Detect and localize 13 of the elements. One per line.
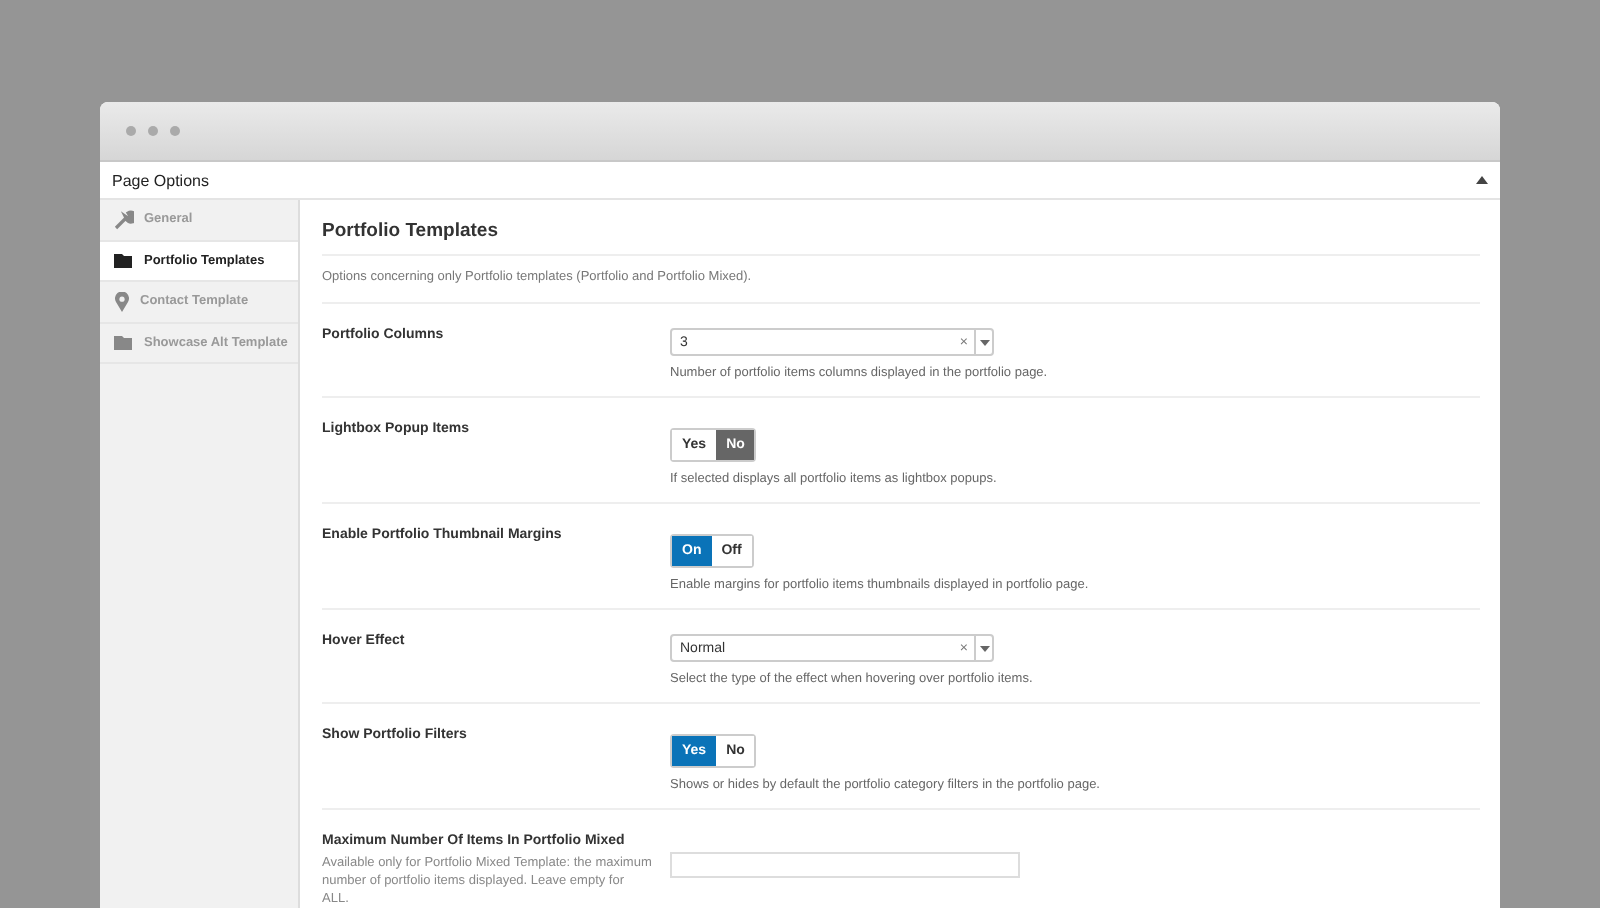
folder-icon — [114, 251, 134, 270]
panel-title: Page Options — [112, 171, 209, 189]
wrench-icon — [114, 209, 134, 230]
window-dot-icon — [126, 126, 136, 136]
section-title: Portfolio Templates — [322, 200, 1480, 256]
map-pin-icon — [114, 291, 130, 312]
window-dot-icon — [148, 126, 158, 136]
input-field[interactable] — [670, 852, 1020, 878]
caret-icon — [979, 339, 989, 345]
caret-icon — [979, 645, 989, 651]
collapse-icon[interactable] — [1476, 176, 1488, 184]
folder-icon — [114, 333, 134, 352]
window-dot-icon — [170, 126, 180, 136]
